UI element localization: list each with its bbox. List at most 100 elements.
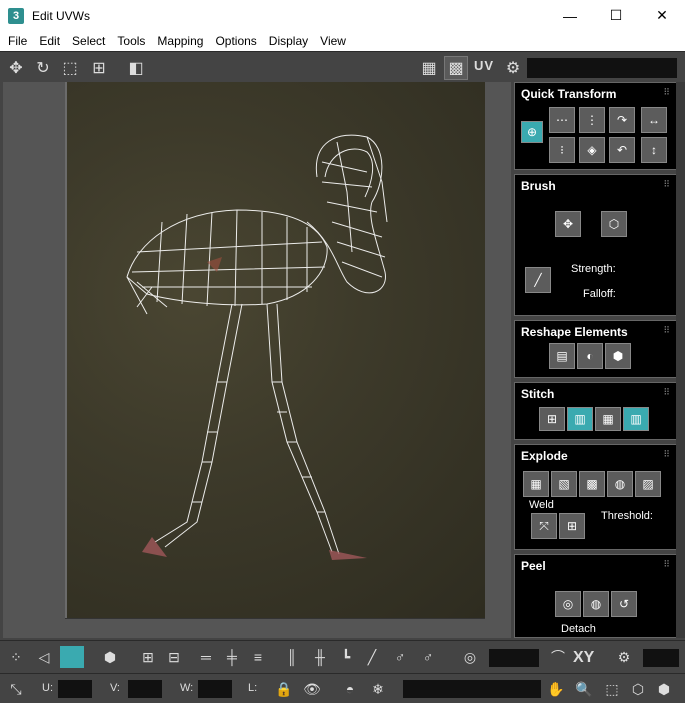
- loop-icon[interactable]: ═: [194, 646, 218, 668]
- hide-icon[interactable]: 👁: [300, 678, 324, 700]
- paint-grow-icon[interactable]: ♂: [388, 646, 412, 668]
- align-vertical-icon[interactable]: ⋮: [579, 107, 605, 133]
- relax-settings-icon[interactable]: ⬢: [605, 343, 631, 369]
- loop-grow-icon[interactable]: ╪: [220, 646, 244, 668]
- flatten-by-material-icon[interactable]: ▨: [635, 471, 661, 497]
- menu-select[interactable]: Select: [66, 34, 111, 48]
- options-gear-icon[interactable]: ⚙: [501, 56, 525, 80]
- menu-tools[interactable]: Tools: [111, 34, 151, 48]
- rotate-ccw-icon[interactable]: ↶: [609, 137, 635, 163]
- weld-target-icon[interactable]: ⊞: [559, 513, 585, 539]
- grow-selection-icon[interactable]: ⊞: [136, 646, 160, 668]
- element-mode-icon[interactable]: ⬢: [98, 646, 122, 668]
- close-button[interactable]: ✕: [639, 0, 685, 31]
- zoom-extents-icon[interactable]: ⬡: [626, 678, 650, 700]
- rollout-grip-icon[interactable]: ⠿: [663, 179, 670, 190]
- peel-mode-icon[interactable]: ◍: [583, 591, 609, 617]
- freeze-icon[interactable]: ❄: [366, 678, 390, 700]
- straighten-icon[interactable]: ◈: [579, 137, 605, 163]
- falloff-field[interactable]: [489, 649, 539, 667]
- relax-brush-icon[interactable]: ⬡: [601, 211, 627, 237]
- transform-type-icon[interactable]: ⤡: [4, 678, 28, 700]
- break-icon[interactable]: ▦: [523, 471, 549, 497]
- paint-select-icon[interactable]: ╱: [360, 646, 384, 668]
- paint-move-icon[interactable]: ✥: [555, 211, 581, 237]
- quick-peel-icon[interactable]: ◎: [555, 591, 581, 617]
- mirror-icon[interactable]: ◧: [124, 56, 148, 80]
- checker-icon[interactable]: ▦: [417, 56, 441, 80]
- select-by-element-icon[interactable]: ┗: [334, 646, 358, 668]
- stitch-to-target-icon[interactable]: ▥: [623, 407, 649, 431]
- grid-snap-icon[interactable]: ⚙: [612, 646, 636, 668]
- space-vertical-icon[interactable]: ↕: [641, 137, 667, 163]
- polygon-mode-icon[interactable]: [60, 646, 84, 668]
- reshape-elements-title[interactable]: Reshape Elements: [521, 325, 628, 339]
- texture-dropdown[interactable]: [527, 58, 677, 78]
- lock-icon[interactable]: 🔒: [272, 678, 296, 700]
- stitch-average-icon[interactable]: ▦: [595, 407, 621, 431]
- relax-icon[interactable]: ◐: [577, 343, 603, 369]
- rollout-grip-icon[interactable]: ⠿: [663, 559, 670, 570]
- maximize-button[interactable]: ☐: [593, 0, 639, 31]
- menu-file[interactable]: File: [2, 34, 33, 48]
- texture-checker-icon[interactable]: ▩: [444, 56, 468, 80]
- rollout-grip-icon[interactable]: ⠿: [663, 87, 670, 98]
- minimize-button[interactable]: —: [547, 0, 593, 31]
- edge-mode-icon[interactable]: ◁: [32, 646, 56, 668]
- explode-title[interactable]: Explode: [521, 449, 568, 463]
- straighten-selection-icon[interactable]: ▤: [549, 343, 575, 369]
- weld-selected-icon[interactable]: ⤧: [531, 513, 557, 539]
- menu-display[interactable]: Display: [263, 34, 314, 48]
- selection-field[interactable]: [403, 680, 541, 698]
- align-horizontal-icon[interactable]: ⋯: [549, 107, 575, 133]
- flatten-icon[interactable]: ▩: [579, 471, 605, 497]
- peel-title[interactable]: Peel: [521, 559, 546, 573]
- zoom-icon[interactable]: 🔍: [572, 678, 596, 700]
- brush-title[interactable]: Brush: [521, 179, 556, 193]
- w-field[interactable]: [198, 680, 232, 698]
- stitch-title[interactable]: Stitch: [521, 387, 554, 401]
- scale-icon[interactable]: ⬚: [58, 56, 82, 80]
- u-field[interactable]: [58, 680, 92, 698]
- quick-transform-title[interactable]: Quick Transform: [521, 87, 616, 101]
- uv-viewport[interactable]: [3, 82, 511, 638]
- space-horizontal-icon[interactable]: ↔: [641, 107, 667, 133]
- ring-icon[interactable]: ≡: [246, 646, 270, 668]
- v-field[interactable]: [128, 680, 162, 698]
- move-icon[interactable]: ✥: [4, 56, 28, 80]
- freeform-icon[interactable]: ⊞: [87, 56, 111, 80]
- break-edges-icon[interactable]: ▧: [551, 471, 577, 497]
- menu-mapping[interactable]: Mapping: [151, 34, 209, 48]
- uv-axis-label[interactable]: UV: [474, 58, 494, 73]
- stitch-to-source-icon[interactable]: ▥: [567, 407, 593, 431]
- menu-edit[interactable]: Edit: [33, 34, 66, 48]
- align-left-icon[interactable]: ⁝: [549, 137, 575, 163]
- rollout-grip-icon[interactable]: ⠿: [663, 325, 670, 336]
- unhide-icon[interactable]: ◓: [338, 678, 362, 700]
- soft-selection-icon[interactable]: ◎: [458, 646, 482, 668]
- menu-view[interactable]: View: [314, 34, 352, 48]
- menu-options[interactable]: Options: [209, 34, 262, 48]
- reset-peel-icon[interactable]: ↺: [611, 591, 637, 617]
- xy-axis-label[interactable]: XY: [573, 649, 594, 667]
- rollout-grip-icon[interactable]: ⠿: [663, 449, 670, 460]
- zoom-selected-icon[interactable]: ⬢: [652, 678, 676, 700]
- rotate-cw-icon[interactable]: ↷: [609, 107, 635, 133]
- falloff-curve-icon[interactable]: ⌒: [546, 646, 570, 668]
- zoom-region-icon[interactable]: ⬚: [600, 678, 624, 700]
- paint-shrink-icon[interactable]: ♂: [416, 646, 440, 668]
- rollout-scrollbar[interactable]: [676, 82, 685, 638]
- vertex-mode-icon[interactable]: ⁘: [4, 646, 28, 668]
- title-bar: 3 Edit UVWs — ☐ ✕: [0, 0, 685, 31]
- shrink-selection-icon[interactable]: ⊟: [162, 646, 186, 668]
- rotate-icon[interactable]: ↻: [31, 56, 55, 80]
- flatten-by-smoothing-icon[interactable]: ◍: [607, 471, 633, 497]
- ring-shrink-icon[interactable]: ╫: [308, 646, 332, 668]
- pan-hand-icon[interactable]: ✋: [544, 678, 568, 700]
- grid-field[interactable]: [643, 649, 679, 667]
- brush-line-icon[interactable]: ╱: [525, 267, 551, 293]
- stitch-custom-icon[interactable]: ⊞: [539, 407, 565, 431]
- pivot-icon[interactable]: ⊕: [521, 121, 543, 143]
- rollout-grip-icon[interactable]: ⠿: [663, 387, 670, 398]
- ring-grow-icon[interactable]: ║: [280, 646, 304, 668]
